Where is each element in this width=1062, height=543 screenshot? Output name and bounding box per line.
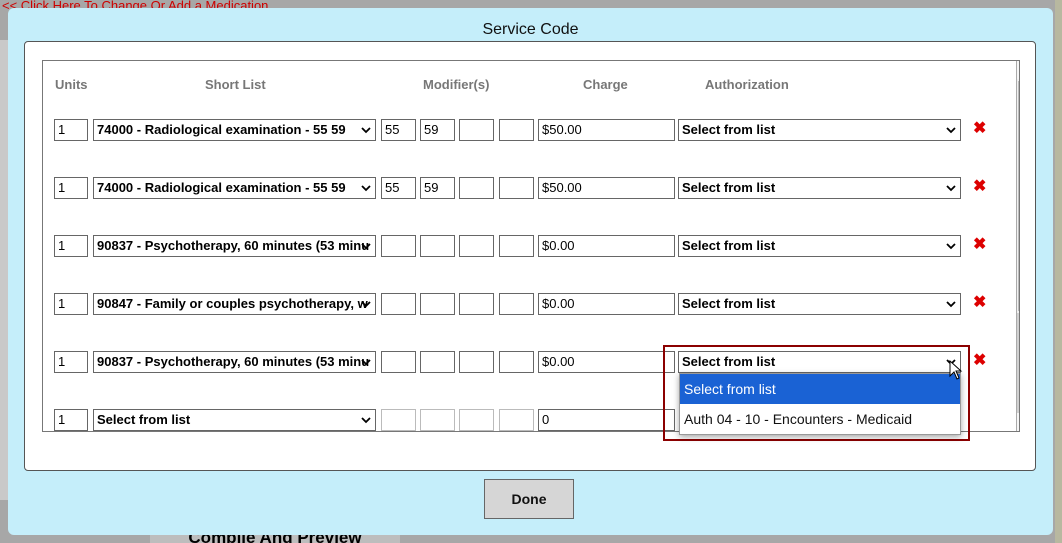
charge-input[interactable]: $0.00 bbox=[538, 235, 675, 257]
mouse-cursor-icon bbox=[949, 360, 963, 380]
modifier-1-input[interactable] bbox=[381, 293, 416, 315]
modifier-3-input[interactable] bbox=[459, 177, 494, 199]
authorization-select[interactable]: Select from list bbox=[678, 177, 961, 199]
table-row: 1 90847 - Family or couples psychotherap… bbox=[43, 293, 1003, 317]
chevron-down-icon bbox=[361, 359, 371, 366]
delete-row-icon[interactable]: ✖ bbox=[973, 236, 986, 254]
short-list-select[interactable]: 90837 - Psychotherapy, 60 minutes (53 mi… bbox=[93, 351, 376, 373]
header-short-list: Short List bbox=[205, 77, 266, 92]
chevron-down-icon bbox=[946, 243, 956, 250]
modifier-4-input[interactable] bbox=[499, 235, 534, 257]
modifier-2-input[interactable]: 59 bbox=[420, 177, 455, 199]
service-code-modal: Service Code Units Short List Modifier(s… bbox=[8, 8, 1053, 535]
units-input[interactable]: 1 bbox=[54, 177, 88, 199]
short-list-select[interactable]: 74000 - Radiological examination - 55 59 bbox=[93, 119, 376, 141]
authorization-value: Select from list bbox=[682, 238, 776, 253]
delete-row-icon[interactable]: ✖ bbox=[973, 294, 986, 312]
done-button[interactable]: Done bbox=[484, 479, 574, 519]
chevron-down-icon bbox=[361, 301, 371, 308]
table-row: 1 74000 - Radiological examination - 55 … bbox=[43, 177, 1003, 201]
modifier-3-input[interactable] bbox=[459, 409, 494, 431]
short-list-select[interactable]: 90847 - Family or couples psychotherapy,… bbox=[93, 293, 376, 315]
authorization-select[interactable]: Select from list bbox=[678, 293, 961, 315]
short-list-value: 90837 - Psychotherapy, 60 minutes (53 mi… bbox=[97, 238, 370, 253]
delete-row-icon[interactable]: ✖ bbox=[973, 120, 986, 138]
authorization-select[interactable]: Select from list bbox=[678, 119, 961, 141]
units-input[interactable]: 1 bbox=[54, 235, 88, 257]
chevron-down-icon bbox=[361, 243, 371, 250]
charge-input[interactable]: $0.00 bbox=[538, 351, 675, 373]
chevron-down-icon bbox=[361, 127, 371, 134]
table-row: 1 74000 - Radiological examination - 55 … bbox=[43, 119, 1003, 143]
authorization-select[interactable]: Select from list bbox=[678, 235, 961, 257]
charge-input[interactable]: $50.00 bbox=[538, 119, 675, 141]
delete-row-icon[interactable]: ✖ bbox=[973, 178, 986, 196]
modifier-2-input[interactable] bbox=[420, 351, 455, 373]
dropdown-option-select-from-list[interactable]: Select from list bbox=[680, 374, 960, 404]
table-row: 1 90837 - Psychotherapy, 60 minutes (53 … bbox=[43, 235, 1003, 259]
charge-input[interactable]: 0 bbox=[538, 409, 675, 431]
units-input[interactable]: 1 bbox=[54, 293, 88, 315]
chevron-down-icon bbox=[946, 127, 956, 134]
modifier-2-input[interactable]: 59 bbox=[420, 119, 455, 141]
header-modifiers: Modifier(s) bbox=[423, 77, 490, 92]
header-units: Units bbox=[55, 77, 88, 92]
modifier-1-input[interactable]: 55 bbox=[381, 177, 416, 199]
chevron-down-icon bbox=[946, 185, 956, 192]
scrollbar-thumb[interactable] bbox=[1018, 81, 1019, 311]
charge-input[interactable]: $0.00 bbox=[538, 293, 675, 315]
header-authorization: Authorization bbox=[705, 77, 789, 92]
authorization-value: Select from list bbox=[682, 122, 776, 137]
short-list-select[interactable]: 90837 - Psychotherapy, 60 minutes (53 mi… bbox=[93, 235, 376, 257]
chevron-down-icon bbox=[946, 301, 956, 308]
modifier-4-input[interactable] bbox=[499, 351, 534, 373]
modifier-1-input[interactable] bbox=[381, 409, 416, 431]
header-charge: Charge bbox=[583, 77, 628, 92]
modifier-2-input[interactable] bbox=[420, 293, 455, 315]
short-list-value: 90837 - Psychotherapy, 60 minutes (53 mi… bbox=[97, 354, 370, 369]
short-list-value: 74000 - Radiological examination - 55 59 bbox=[97, 180, 346, 195]
charge-input[interactable]: $50.00 bbox=[538, 177, 675, 199]
short-list-select[interactable]: 74000 - Radiological examination - 55 59 bbox=[93, 177, 376, 199]
modifier-2-input[interactable] bbox=[420, 409, 455, 431]
short-list-value: 90847 - Family or couples psychotherapy,… bbox=[97, 296, 368, 311]
modifier-3-input[interactable] bbox=[459, 235, 494, 257]
short-list-select[interactable]: Select from list bbox=[93, 409, 376, 431]
authorization-value: Select from list bbox=[682, 296, 776, 311]
modifier-4-input[interactable] bbox=[499, 119, 534, 141]
chevron-down-icon bbox=[361, 417, 371, 424]
units-input[interactable]: 1 bbox=[54, 351, 88, 373]
modifier-3-input[interactable] bbox=[459, 119, 494, 141]
delete-row-icon[interactable]: ✖ bbox=[973, 352, 986, 370]
modifier-1-input[interactable] bbox=[381, 351, 416, 373]
modifier-1-input[interactable]: 55 bbox=[381, 119, 416, 141]
scroll-up-arrow-icon[interactable] bbox=[1017, 61, 1019, 79]
background-left-edge bbox=[0, 40, 8, 500]
modifier-3-input[interactable] bbox=[459, 293, 494, 315]
vertical-scrollbar[interactable] bbox=[1016, 61, 1019, 431]
modifier-4-input[interactable] bbox=[499, 293, 534, 315]
chevron-down-icon bbox=[361, 185, 371, 192]
authorization-value: Select from list bbox=[682, 180, 776, 195]
authorization-dropdown-list[interactable]: Select from list Auth 04 - 10 - Encounte… bbox=[679, 373, 961, 435]
short-list-value: 74000 - Radiological examination - 55 59 bbox=[97, 122, 346, 137]
background-right-edge bbox=[1055, 0, 1062, 543]
dropdown-option-auth-medicaid[interactable]: Auth 04 - 10 - Encounters - Medicaid bbox=[680, 404, 960, 434]
short-list-value: Select from list bbox=[97, 412, 191, 427]
modifier-1-input[interactable] bbox=[381, 235, 416, 257]
units-input[interactable]: 1 bbox=[54, 409, 88, 431]
modifier-4-input[interactable] bbox=[499, 409, 534, 431]
modifier-3-input[interactable] bbox=[459, 351, 494, 373]
scroll-down-arrow-icon[interactable] bbox=[1017, 413, 1019, 431]
modifier-4-input[interactable] bbox=[499, 177, 534, 199]
scrollbar-track[interactable] bbox=[1017, 313, 1019, 413]
modal-title: Service Code bbox=[482, 21, 579, 38]
modifier-2-input[interactable] bbox=[420, 235, 455, 257]
units-input[interactable]: 1 bbox=[54, 119, 88, 141]
